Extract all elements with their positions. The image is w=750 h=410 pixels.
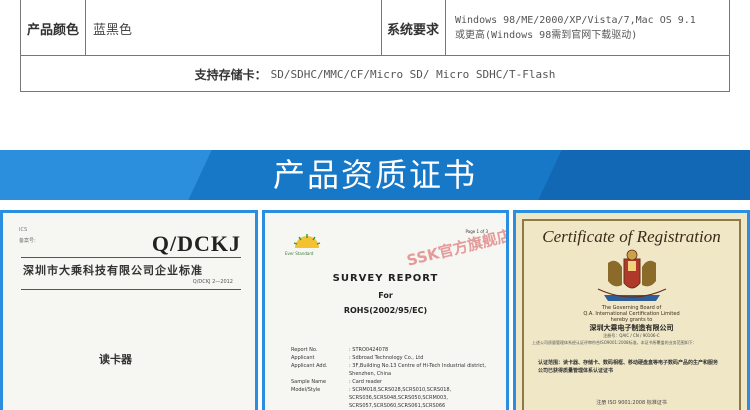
sun-logo-icon xyxy=(293,234,321,248)
company-name: 深圳大乘电子制造有限公司 xyxy=(589,324,674,332)
section-title: 产品资质证书 xyxy=(272,156,477,194)
system-value-line2: 或更高(Windows 98需到官网下载驱动) xyxy=(455,30,638,41)
spec-table: 产品颜色 蓝黑色 系统要求 Windows 98/ME/2000/XP/Vist… xyxy=(20,0,730,92)
report-row: Report No.: STRO0424078 xyxy=(291,347,389,353)
logo-caption: Ever Standard xyxy=(285,251,314,256)
report-for: For xyxy=(378,291,393,300)
certificate-paper: ICS 备案号: Q/DCKJ 深圳市大乘科技有限公司企业标准 Q/DCKJ 2… xyxy=(3,213,255,410)
ics-label: ICS xyxy=(19,227,28,233)
report-row: Sample Name: Card reader xyxy=(291,379,382,385)
registration-number: 注册号：QAIC / CN / 90106-C xyxy=(603,333,660,338)
product-name: 读卡器 xyxy=(99,353,132,366)
record-label: 备案号: xyxy=(19,238,36,244)
company-standard-title: 深圳市大乘科技有限公司企业标准 xyxy=(23,264,203,277)
certificate-enterprise-standard[interactable]: ICS 备案号: Q/DCKJ 深圳市大乘科技有限公司企业标准 Q/DCKJ 2… xyxy=(0,210,258,410)
standard-number: Q/DCKJ 2—2012 xyxy=(192,279,233,285)
report-row: Model/Style: SCRM018,SCRS028,SCRS010,SCR… xyxy=(291,387,452,393)
coat-of-arms-icon xyxy=(597,249,666,301)
certificate-paper: Ever Standard Page 1 of 3 SSK官方旗舰店 SURVE… xyxy=(265,213,506,410)
color-value: 蓝黑色 xyxy=(93,22,133,38)
certificate-title: Certificate of Registration xyxy=(542,227,721,246)
section-banner: 产品资质证书 xyxy=(0,150,750,200)
report-details: Report No.: STRO0424078 Applicant: Sdbro… xyxy=(291,346,491,410)
certificate-paper: Certificate of Registration The Governin… xyxy=(516,213,747,410)
board-text: The Governing Board of Q.A. Internationa… xyxy=(583,305,680,323)
iso-standard: 注册 ISO 9001:2008 标准证书 xyxy=(596,400,667,406)
certificate-scope: 认证范围：读卡器、存储卡、数码相框、移动硬盘盒等电子数码产品的生产和服务 公司已… xyxy=(538,360,719,374)
spec-row-cards: 支持存储卡： SD/SDHC/MMC/CF/Micro SD/ Micro SD… xyxy=(21,56,729,92)
report-row: Applicant: Sdbroad Technology Co., Ltd xyxy=(291,355,424,361)
system-label: 系统要求 xyxy=(386,22,439,38)
certificate-body: 上述公司质量管理体系经认证评审符合ISO9001:2008标准，本证书所覆盖的业… xyxy=(532,340,697,345)
color-label: 产品颜色 xyxy=(26,22,79,38)
system-value: Windows 98/ME/2000/XP/Vista/7,Mac OS 9.1… xyxy=(445,0,731,56)
report-row: SCRS036,SCRS048,SCRS050,SCRM003, xyxy=(349,395,448,401)
certificate-registration[interactable]: Certificate of Registration The Governin… xyxy=(513,210,750,410)
spec-row-color-system: 产品颜色 蓝黑色 系统要求 Windows 98/ME/2000/XP/Vist… xyxy=(21,0,729,56)
report-rohs: ROHS(2002/95/EC) xyxy=(343,306,428,315)
report-title: SURVEY REPORT xyxy=(332,273,439,284)
certificate-survey-report[interactable]: Ever Standard Page 1 of 3 SSK官方旗舰店 SURVE… xyxy=(262,210,509,410)
cards-value: SD/SDHC/MMC/CF/Micro SD/ Micro SDHC/T-Fl… xyxy=(270,67,556,81)
system-value-line1: Windows 98/ME/2000/XP/Vista/7,Mac OS 9.1 xyxy=(455,15,696,26)
cards-label: 支持存储卡： xyxy=(194,67,267,82)
report-row: SCRS057,SCRS060,SCRS061,SCRS066 xyxy=(349,403,446,409)
report-row: Shenzhen, China xyxy=(349,371,392,377)
standard-code: Q/DCKJ xyxy=(151,231,241,256)
report-row: Applicant Add.: 3F,Building No.13 Centre… xyxy=(291,363,486,369)
